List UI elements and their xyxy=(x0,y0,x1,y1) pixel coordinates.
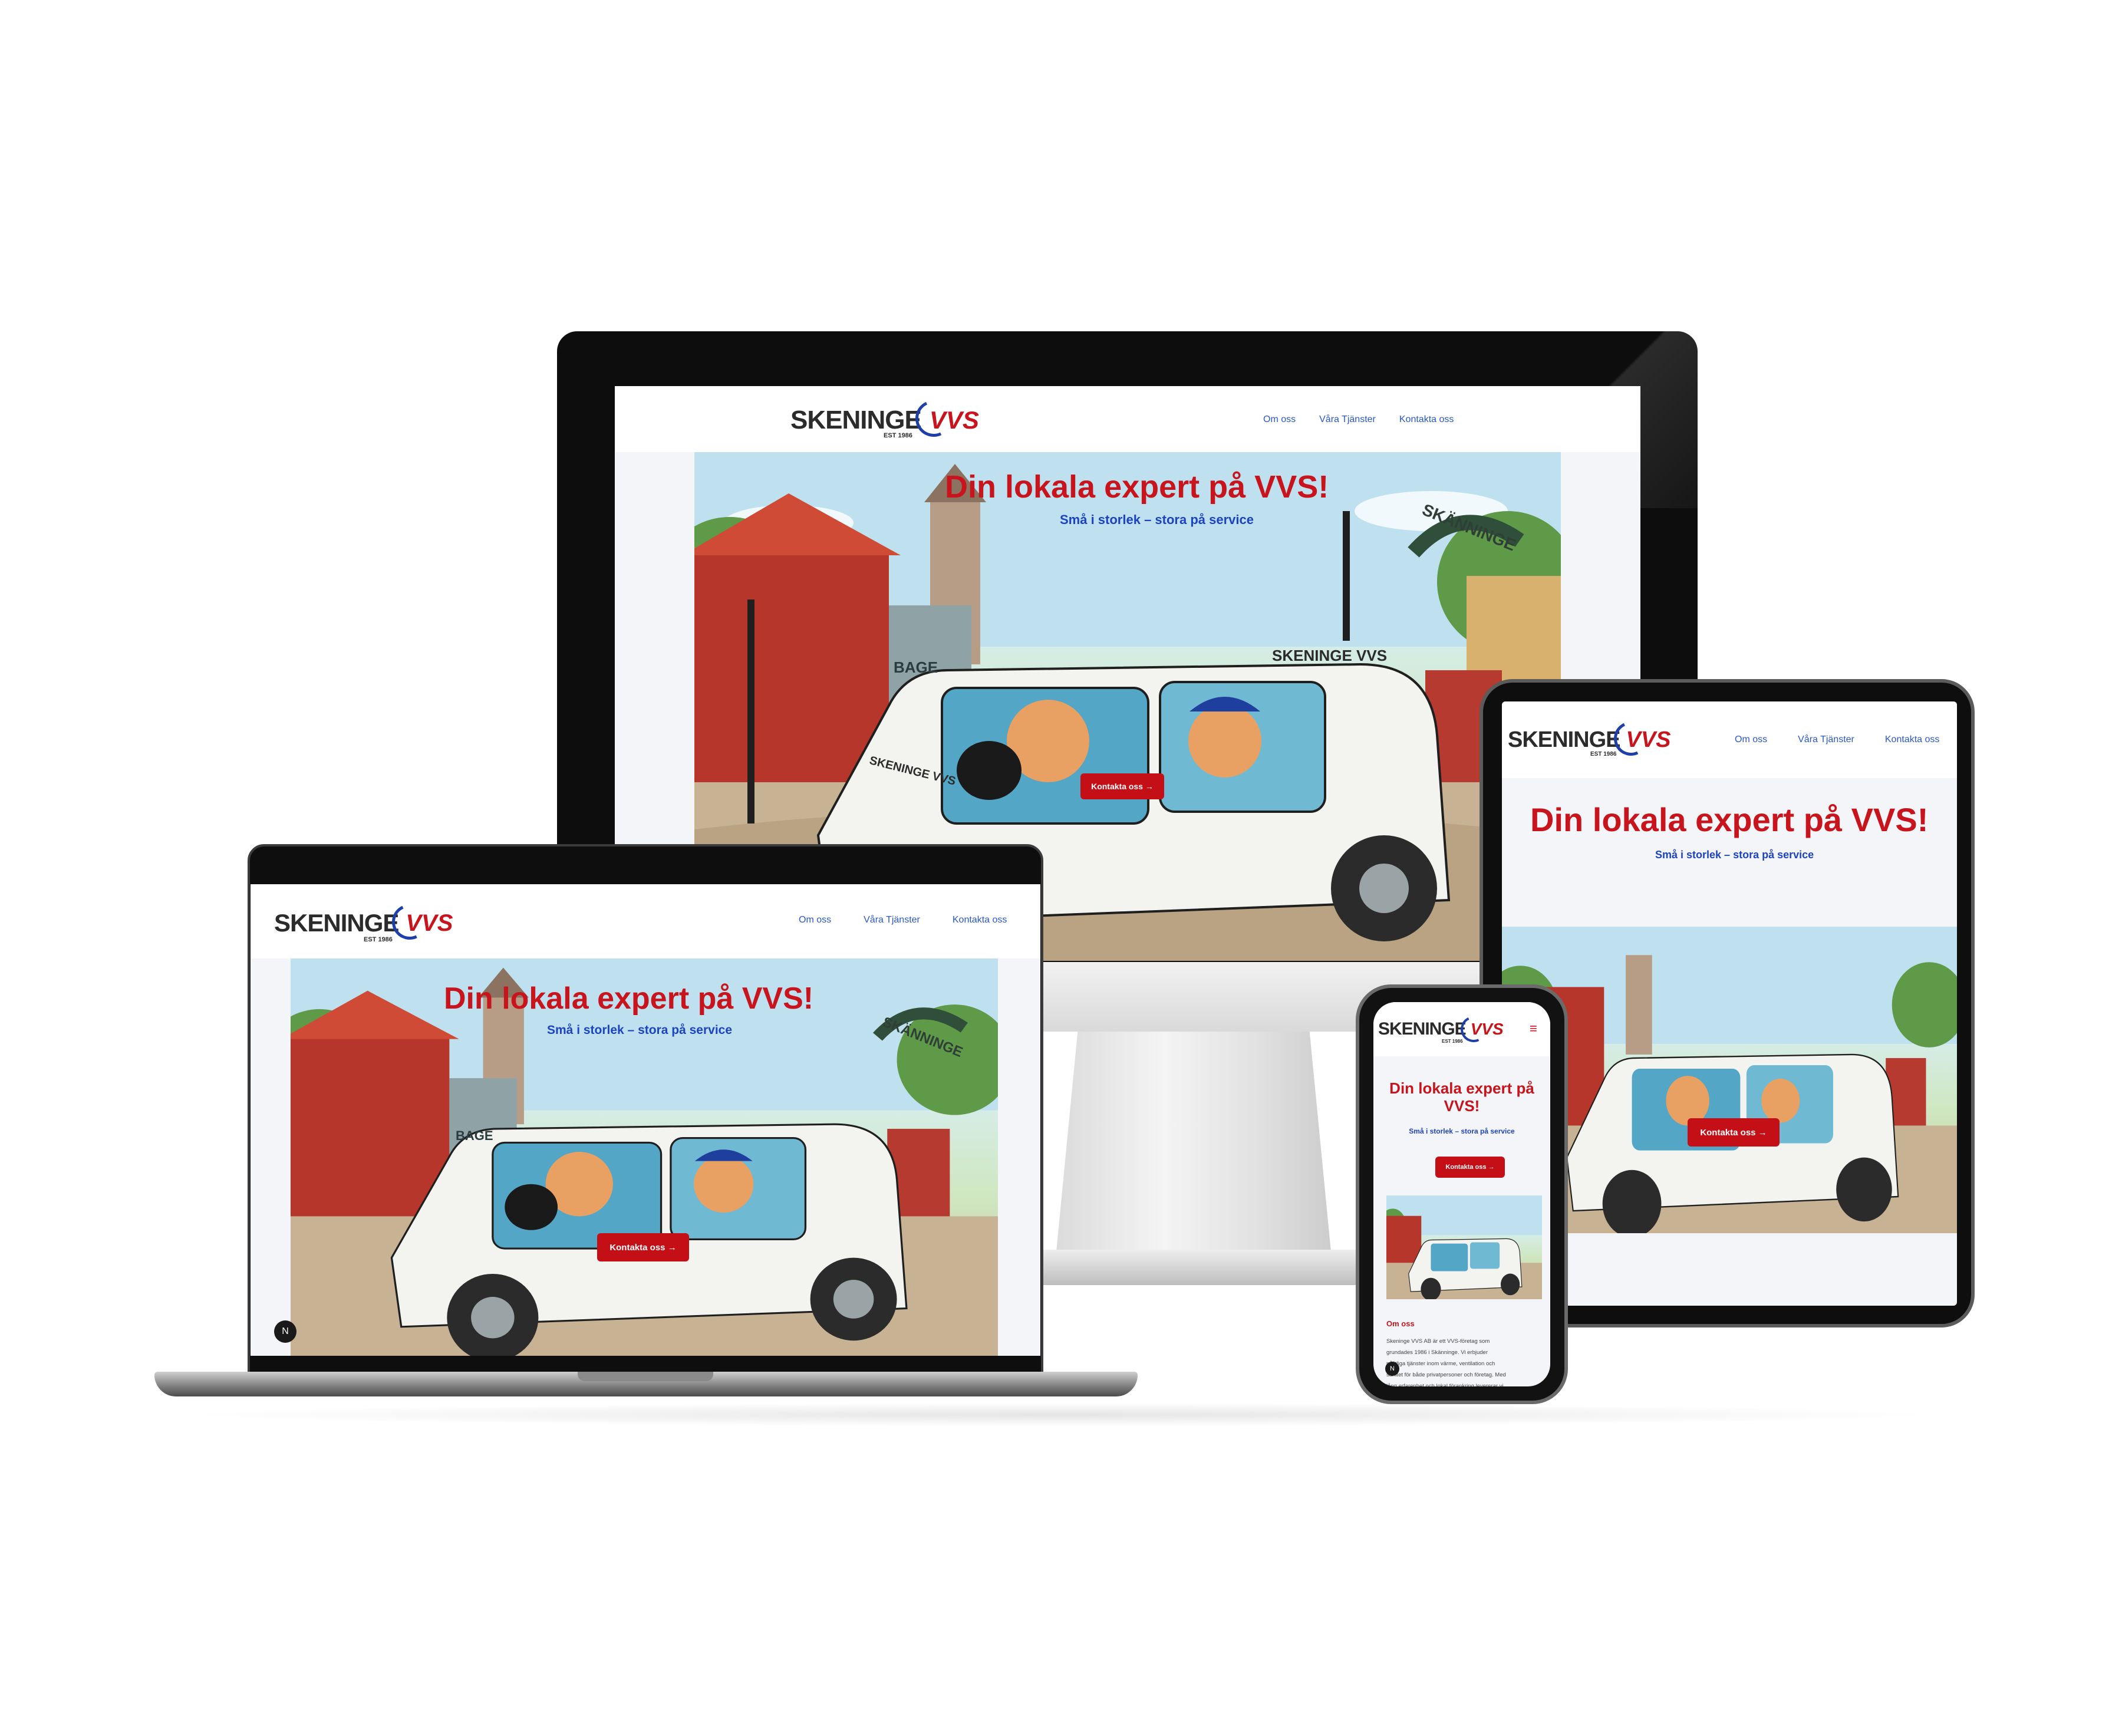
tablet-header: SKENINGE EST 1986 VVS Om oss Våra Tjänst… xyxy=(1502,701,1957,778)
logo-est: EST 1986 xyxy=(884,432,912,439)
about-line: pålitliga tjänster inom värme, ventilati… xyxy=(1386,1361,1495,1367)
laptop-notch xyxy=(578,1372,713,1381)
tablet-logo-vvs-mark: VVS xyxy=(1626,727,1671,752)
tablet-logo-wordmark: SKENINGE xyxy=(1508,727,1620,752)
laptop-nav: Om oss Våra Tjänster Kontakta oss xyxy=(799,915,1007,925)
logo-vvs-mark: VVS xyxy=(929,406,979,434)
hero-subtitle: Små i storlek – stora på service xyxy=(1060,512,1254,527)
tablet-logo[interactable]: SKENINGE EST 1986 VVS xyxy=(1508,716,1671,761)
laptop-nav-kontakta-oss[interactable]: Kontakta oss xyxy=(953,915,1007,925)
tablet-logo-est: EST 1986 xyxy=(1590,751,1617,757)
phone-logo-est: EST 1986 xyxy=(1442,1039,1463,1044)
phone-hero-illustration xyxy=(1386,1195,1542,1299)
about-line: lång erfarenhet och lokal förankring lev… xyxy=(1386,1383,1504,1386)
laptop-hero-title: Din lokala expert på VVS! xyxy=(444,981,814,1016)
tablet-nav-kontakta-oss[interactable]: Kontakta oss xyxy=(1885,734,1940,745)
about-section-title: Om oss xyxy=(1386,1319,1415,1328)
laptop-logo[interactable]: SKENINGE EST 1986 VVS xyxy=(274,899,453,945)
phone-logo-vvs-mark: VVS xyxy=(1470,1020,1504,1038)
tablet-cta-kontakta-oss[interactable]: Kontakta oss → xyxy=(1688,1118,1780,1147)
tablet-arrow-right-icon: → xyxy=(1758,1127,1767,1138)
laptop-arrow-right-icon: → xyxy=(667,1242,677,1253)
nav-vara-tjanster[interactable]: Våra Tjänster xyxy=(1319,414,1376,425)
about-section-text: Skeninge VVS AB är ett VVS-företag som g… xyxy=(1386,1336,1541,1386)
hamburger-menu-icon[interactable]: ≡ xyxy=(1530,1021,1537,1036)
laptop-screen: SKENINGE EST 1986 VVS Om oss Våra Tjänst… xyxy=(251,884,1040,1356)
tablet-van-scene-image xyxy=(1502,927,1957,1233)
tablet-hero-subtitle: Små i storlek – stora på service xyxy=(1655,849,1814,861)
laptop-hero-illustration: BAGE SKÄNNINGE Din lokala expert på VVS!… xyxy=(291,958,998,1356)
next-badge[interactable]: N xyxy=(274,1320,296,1343)
phone-logo[interactable]: SKENINGE EST 1986 VVS xyxy=(1378,1012,1504,1046)
laptop-nav-om-oss[interactable]: Om oss xyxy=(799,915,831,925)
phone-screen: SKENINGE EST 1986 VVS ≡ Din lokala exper… xyxy=(1373,1002,1550,1386)
device-mockup-stage: SKENINGE EST 1986 VVS Om oss Våra Tjänst… xyxy=(0,0,2122,1736)
phone-cta-kontakta-oss[interactable]: Kontakta oss → xyxy=(1435,1157,1505,1178)
main-nav: Om oss Våra Tjänster Kontakta oss xyxy=(1263,414,1454,425)
tablet-nav-vara-tjanster[interactable]: Våra Tjänster xyxy=(1798,734,1854,745)
laptop-logo-est: EST 1986 xyxy=(364,936,393,943)
cta-label: Kontakta oss xyxy=(1091,782,1144,791)
laptop-hero-subtitle: Små i storlek – stora på service xyxy=(547,1023,733,1037)
nav-om-oss[interactable]: Om oss xyxy=(1263,414,1296,425)
phone-next-badge[interactable]: N xyxy=(1385,1362,1399,1376)
tablet-screen: SKENINGE EST 1986 VVS Om oss Våra Tjänst… xyxy=(1502,701,1957,1306)
phone-van-scene-image xyxy=(1386,1195,1542,1299)
logo-wordmark: SKENINGE xyxy=(790,406,922,434)
laptop-nav-vara-tjanster[interactable]: Våra Tjänster xyxy=(864,915,920,925)
arrow-right-icon: → xyxy=(1145,782,1154,791)
hero-title: Din lokala expert på VVS! xyxy=(945,469,1329,505)
tablet-cta-label: Kontakta oss xyxy=(1700,1127,1756,1138)
van-side-logo: SKENINGE VVS xyxy=(1272,647,1388,664)
laptop-shop-sign-text: BAGE xyxy=(456,1128,493,1143)
phone-header: SKENINGE EST 1986 VVS ≡ xyxy=(1373,1002,1550,1056)
monitor-stand-neck xyxy=(1055,1014,1332,1261)
laptop-header: SKENINGE EST 1986 VVS Om oss Våra Tjänst… xyxy=(251,884,1040,958)
floor-shadow xyxy=(177,1403,1945,1427)
about-line: grundades 1986 i Skänninge. Vi erbjuder xyxy=(1386,1349,1488,1356)
tablet-nav: Om oss Våra Tjänster Kontakta oss xyxy=(1735,734,1939,745)
phone-logo-wordmark: SKENINGE xyxy=(1378,1019,1467,1039)
tablet-hero-title: Din lokala expert på VVS! xyxy=(1530,801,1929,838)
shop-sign-text: BAGE xyxy=(894,658,938,676)
nav-kontakta-oss[interactable]: Kontakta oss xyxy=(1399,414,1454,425)
phone-hero-subtitle: Små i storlek – stora på service xyxy=(1409,1127,1515,1135)
laptop-logo-vvs-mark: VVS xyxy=(406,910,453,936)
site-header: SKENINGE EST 1986 VVS Om oss Våra Tjänst… xyxy=(615,386,1640,452)
laptop-cta-kontakta-oss[interactable]: Kontakta oss → xyxy=(597,1233,689,1261)
site-logo[interactable]: SKENINGE EST 1986 VVS xyxy=(790,395,979,444)
about-line: sanitet för både privatpersoner och före… xyxy=(1386,1372,1506,1378)
tablet-nav-om-oss[interactable]: Om oss xyxy=(1735,734,1767,745)
phone-arrow-right-icon: → xyxy=(1488,1164,1495,1171)
laptop-cta-label: Kontakta oss xyxy=(609,1242,665,1253)
tablet-hero-illustration: Kontakta oss → xyxy=(1502,927,1957,1233)
laptop-logo-wordmark: SKENINGE xyxy=(274,909,399,937)
phone-hero-title: Din lokala expert på VVS! xyxy=(1389,1079,1534,1115)
cta-kontakta-oss[interactable]: Kontakta oss → xyxy=(1080,773,1164,799)
about-line: Skeninge VVS AB är ett VVS-företag som xyxy=(1386,1338,1490,1345)
phone-cta-label: Kontakta oss xyxy=(1445,1164,1487,1171)
